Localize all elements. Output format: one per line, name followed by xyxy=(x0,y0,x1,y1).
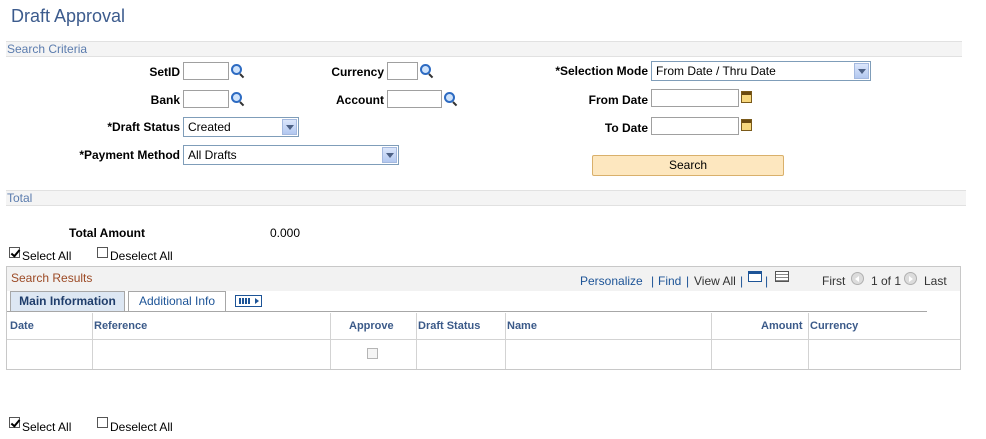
payment-method-select[interactable]: All Drafts xyxy=(183,145,399,165)
separator: | xyxy=(686,274,690,288)
from-date-label: From Date xyxy=(588,93,648,107)
select-all-checkbox[interactable] xyxy=(9,417,20,428)
draft-status-select[interactable]: Created xyxy=(183,117,299,137)
search-criteria-header: Search Criteria xyxy=(6,41,962,57)
column-header-amount: Amount xyxy=(761,320,803,332)
page-title: Draft Approval xyxy=(11,6,126,26)
to-date-label: To Date xyxy=(604,121,648,135)
separator: | xyxy=(651,274,655,288)
deselect-all-checkbox[interactable] xyxy=(97,417,108,428)
column-divider xyxy=(330,313,331,369)
separator: | xyxy=(740,274,744,288)
total-header: Total xyxy=(6,190,966,206)
find-link[interactable]: Find xyxy=(658,274,681,288)
column-divider xyxy=(92,313,93,369)
approve-checkbox[interactable] xyxy=(367,348,378,359)
column-header-reference: Reference xyxy=(94,320,148,332)
deselect-all-label[interactable]: Deselect All xyxy=(110,420,173,434)
search-results-title: Search Results xyxy=(11,271,93,285)
currency-input[interactable] xyxy=(387,62,418,80)
chevron-down-icon xyxy=(282,119,297,135)
view-all-link[interactable]: View All xyxy=(694,274,736,288)
grid-header-bar xyxy=(7,267,960,291)
chevron-down-icon xyxy=(854,63,869,79)
setid-label: SetID xyxy=(149,65,180,79)
to-date-input[interactable] xyxy=(651,117,739,135)
tab-underline xyxy=(7,311,927,312)
column-header-draft-status: Draft Status xyxy=(418,320,481,332)
personalize-link[interactable]: Personalize xyxy=(580,274,643,288)
next-icon[interactable] xyxy=(904,272,917,285)
total-amount-value: 0.000 xyxy=(270,226,301,240)
payment-method-value: All Drafts xyxy=(188,148,237,162)
previous-icon[interactable] xyxy=(851,272,864,285)
from-date-input[interactable] xyxy=(651,89,739,107)
separator: | xyxy=(765,274,769,288)
account-input[interactable] xyxy=(387,90,442,108)
column-divider xyxy=(416,313,417,369)
setid-lookup-icon[interactable] xyxy=(231,64,245,79)
calendar-icon[interactable] xyxy=(741,91,752,103)
first-label: First xyxy=(822,274,846,288)
deselect-all-checkbox[interactable] xyxy=(97,247,108,258)
column-header-name: Name xyxy=(507,320,537,332)
show-all-columns-icon[interactable] xyxy=(235,295,262,307)
column-header-approve: Approve xyxy=(349,320,394,332)
column-header-currency: Currency xyxy=(810,320,859,332)
total-label: Total xyxy=(7,191,33,205)
currency-label: Currency xyxy=(331,65,384,79)
draft-status-label: *Draft Status xyxy=(107,120,180,134)
column-header-date: Date xyxy=(10,320,34,332)
currency-lookup-icon[interactable] xyxy=(420,64,434,79)
download-grid-icon[interactable] xyxy=(775,271,789,282)
column-divider xyxy=(808,313,809,369)
header-row-divider xyxy=(7,339,960,340)
tab-main-information[interactable]: Main Information xyxy=(10,291,125,311)
tab-additional-info[interactable]: Additional Info xyxy=(128,291,226,311)
payment-method-label: *Payment Method xyxy=(79,148,180,162)
column-divider xyxy=(711,313,712,369)
bank-input[interactable] xyxy=(183,90,229,108)
select-all-checkbox[interactable] xyxy=(9,247,20,258)
total-amount-label: Total Amount xyxy=(69,226,145,240)
calendar-icon[interactable] xyxy=(741,119,752,131)
bank-label: Bank xyxy=(150,93,180,107)
last-label: Last xyxy=(924,274,947,288)
search-button[interactable]: Search xyxy=(592,155,784,176)
new-window-icon[interactable] xyxy=(748,271,762,282)
selection-mode-label: *Selection Mode xyxy=(555,64,648,78)
page-info: 1 of 1 xyxy=(871,274,902,288)
deselect-all-label[interactable]: Deselect All xyxy=(110,249,173,263)
select-all-label[interactable]: Select All xyxy=(22,420,71,434)
selection-mode-value: From Date / Thru Date xyxy=(656,64,776,78)
setid-input[interactable] xyxy=(183,62,229,80)
selection-mode-select[interactable]: From Date / Thru Date xyxy=(651,61,871,81)
account-lookup-icon[interactable] xyxy=(444,92,458,107)
select-all-label[interactable]: Select All xyxy=(22,249,71,263)
search-criteria-label: Search Criteria xyxy=(7,42,88,56)
chevron-down-icon xyxy=(382,147,397,163)
column-divider xyxy=(505,313,506,369)
account-label: Account xyxy=(336,93,384,107)
draft-status-value: Created xyxy=(188,120,231,134)
bank-lookup-icon[interactable] xyxy=(231,92,245,107)
